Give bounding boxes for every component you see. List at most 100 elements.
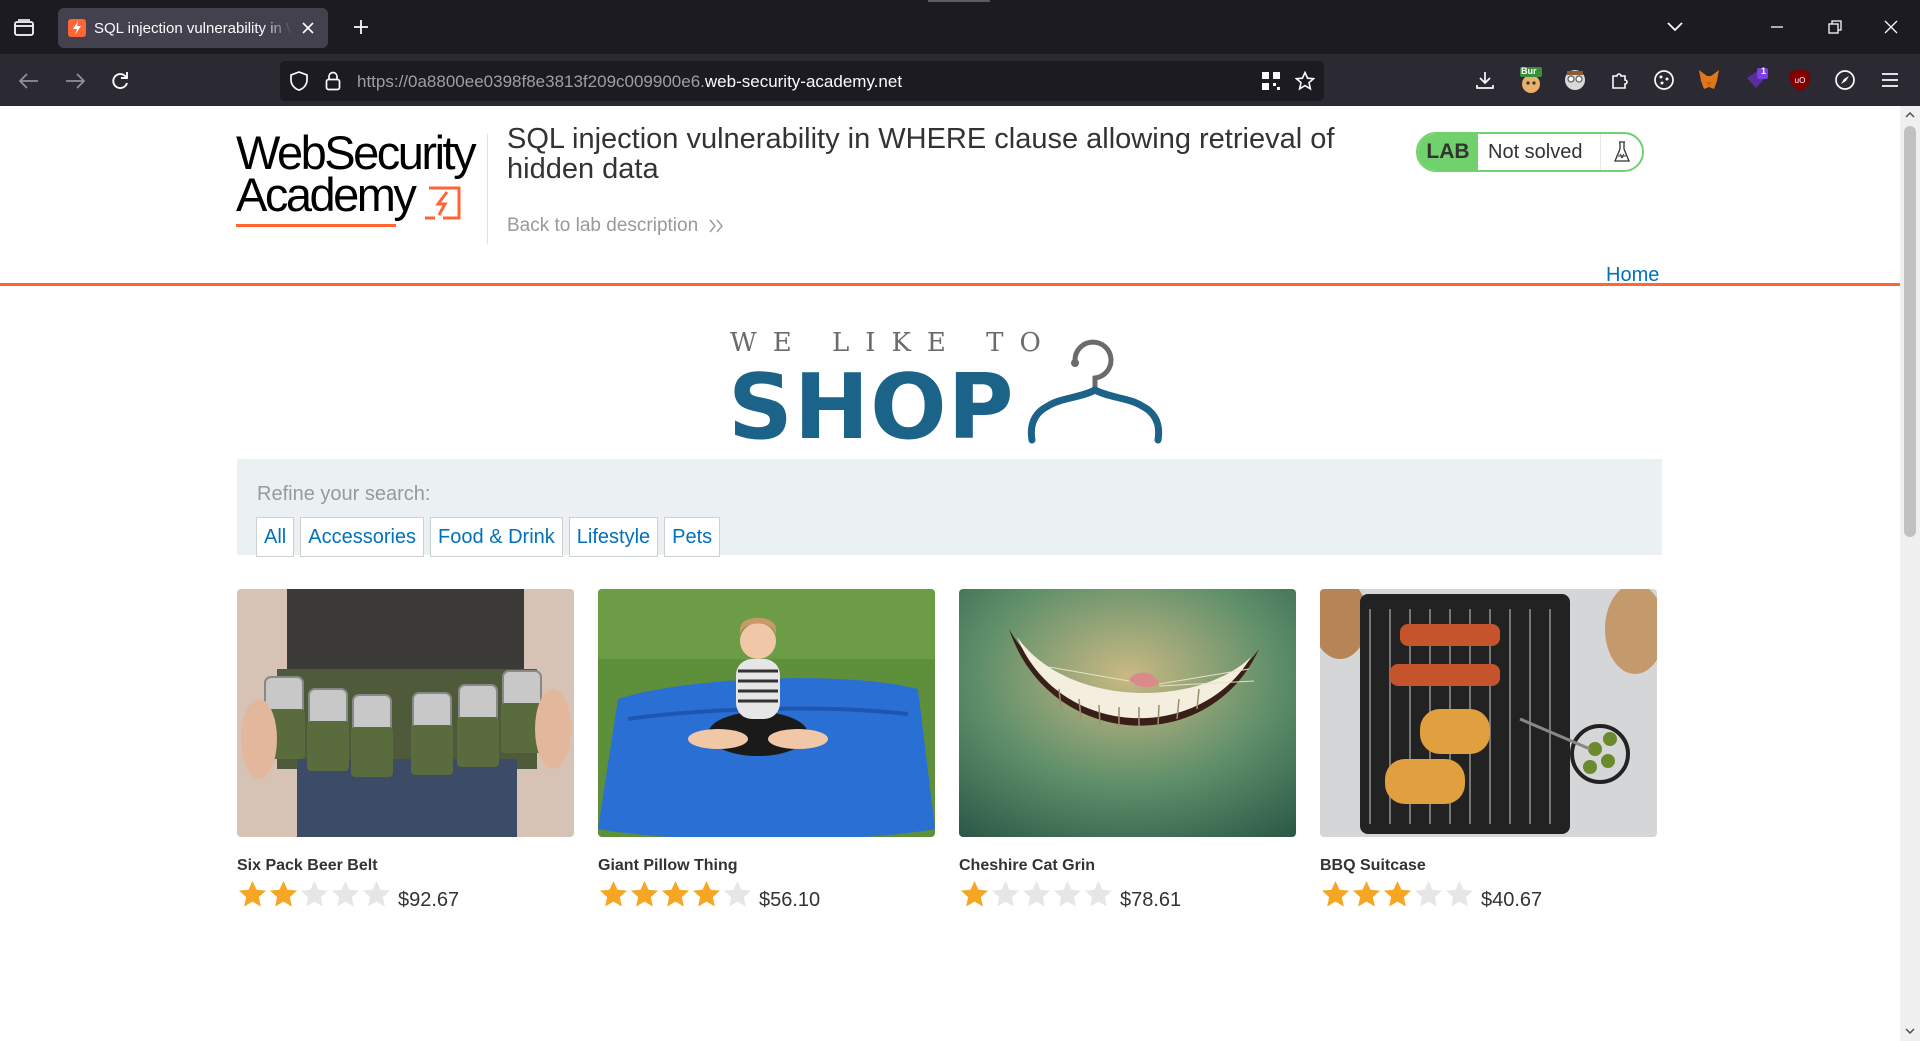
product-card[interactable]: BBQ Suitcase $40.67 bbox=[1320, 589, 1657, 915]
product-card[interactable]: Six Pack Beer Belt $92.67 bbox=[237, 589, 574, 915]
cookie-extension-icon[interactable] bbox=[1650, 66, 1678, 94]
star-filled-icon bbox=[630, 880, 659, 907]
product-image-bbq-suitcase[interactable] bbox=[1320, 589, 1657, 837]
filter-food-and-drink[interactable]: Food & Drink bbox=[430, 517, 563, 557]
lab-title: SQL injection vulnerability in WHERE cla… bbox=[507, 123, 1335, 185]
web-security-academy-logo[interactable]: WebSecurity Academy bbox=[236, 129, 486, 232]
star-empty-icon bbox=[1445, 880, 1474, 907]
filter-lifestyle[interactable]: Lifestyle bbox=[568, 517, 659, 557]
bookmark-star-icon[interactable] bbox=[1294, 70, 1316, 92]
product-grid: Six Pack Beer Belt $92.67 Giant Pillow T… bbox=[237, 589, 1662, 1041]
url-text: https://0a8800ee0398f8e3813f209c009900e6… bbox=[357, 72, 902, 92]
url-prefix: https://0a8800ee0398f8e3813f209c009900e6… bbox=[357, 72, 705, 91]
product-name[interactable]: Six Pack Beer Belt bbox=[237, 857, 574, 875]
product-card[interactable]: Giant Pillow Thing $56.10 bbox=[598, 589, 935, 915]
url-host: web-security-academy.net bbox=[704, 72, 903, 91]
tab-close-icon[interactable] bbox=[298, 18, 318, 38]
product-image-giant-pillow[interactable] bbox=[598, 589, 935, 837]
purple-extension-icon[interactable]: 1 bbox=[1742, 66, 1770, 94]
star-filled-icon bbox=[1383, 880, 1412, 907]
svg-text:uO: uO bbox=[1795, 76, 1806, 85]
burp-extension-icon[interactable]: Bur bbox=[1517, 66, 1545, 94]
filter-accessories[interactable]: Accessories bbox=[300, 517, 425, 557]
metamask-fox-icon[interactable] bbox=[1695, 66, 1723, 94]
double-chevron-right-icon bbox=[709, 219, 724, 233]
new-tab-icon[interactable] bbox=[348, 14, 374, 40]
spy-face-extension-icon[interactable] bbox=[1561, 66, 1589, 94]
star-filled-icon bbox=[238, 880, 267, 907]
minimize-icon[interactable] bbox=[1762, 12, 1792, 42]
clothes-hanger-icon bbox=[1027, 339, 1163, 444]
filter-pets[interactable]: Pets bbox=[664, 517, 721, 557]
browser-tab-bar: SQL injection vulnerability in WHERE cla… bbox=[0, 0, 1920, 54]
rating-stars bbox=[1320, 879, 1475, 915]
lab-status-widget: LAB Not solved bbox=[1416, 132, 1644, 172]
compass-extension-icon[interactable] bbox=[1831, 66, 1859, 94]
scroll-up-arrow-icon[interactable] bbox=[1903, 108, 1917, 122]
product-name[interactable]: Giant Pillow Thing bbox=[598, 857, 935, 875]
browser-tab-active[interactable]: SQL injection vulnerability in WHERE cla… bbox=[58, 8, 328, 48]
qr-code-icon[interactable] bbox=[1260, 70, 1282, 92]
hamburger-menu-icon[interactable] bbox=[1876, 66, 1904, 94]
star-empty-icon bbox=[300, 880, 329, 907]
close-window-icon[interactable] bbox=[1876, 12, 1906, 42]
refine-search-label: Refine your search: bbox=[257, 483, 431, 505]
star-filled-icon bbox=[692, 880, 721, 907]
scrollbar-thumb[interactable] bbox=[1904, 126, 1916, 537]
star-empty-icon bbox=[362, 880, 391, 907]
home-link[interactable]: Home bbox=[1606, 264, 1659, 287]
scroll-down-arrow-icon[interactable] bbox=[1903, 1024, 1917, 1038]
forward-arrow-icon[interactable] bbox=[60, 66, 90, 96]
we-like-to-shop-logo: WE LIKE TO SHOP bbox=[728, 328, 1168, 458]
star-empty-icon bbox=[991, 880, 1020, 907]
star-filled-icon bbox=[269, 880, 298, 907]
page-scrollbar[interactable] bbox=[1900, 106, 1920, 1041]
back-link-label: Back to lab description bbox=[507, 215, 699, 236]
logo-lightning-mark-icon bbox=[425, 186, 461, 220]
lock-icon[interactable] bbox=[322, 70, 344, 92]
shop-logo-tagline: WE LIKE TO bbox=[730, 328, 1057, 358]
star-empty-icon bbox=[1053, 880, 1082, 907]
refine-search-panel: Refine your search: All Accessories Food… bbox=[237, 459, 1662, 557]
star-filled-icon bbox=[1352, 880, 1381, 907]
category-filter-list: All Accessories Food & Drink Lifestyle P… bbox=[256, 517, 721, 557]
product-price: $92.67 bbox=[398, 888, 460, 911]
ublock-origin-icon[interactable]: uO bbox=[1786, 66, 1814, 94]
product-rating: $56.10 bbox=[598, 879, 935, 915]
product-image-beer-belt[interactable] bbox=[237, 589, 574, 837]
product-price: $78.61 bbox=[1120, 888, 1182, 911]
star-empty-icon bbox=[1022, 880, 1051, 907]
downloads-icon[interactable] bbox=[1471, 66, 1499, 94]
window-drag-indicator bbox=[928, 0, 990, 2]
browser-nav-bar: https://0a8800ee0398f8e3813f209c009900e6… bbox=[0, 54, 1920, 106]
rating-stars bbox=[237, 879, 392, 915]
page-viewport: WebSecurity Academy SQL injection vulner… bbox=[0, 106, 1900, 1041]
tab-overflow-chevron-down-icon[interactable] bbox=[1660, 12, 1690, 42]
restore-icon[interactable] bbox=[1820, 12, 1850, 42]
tracking-shield-icon[interactable] bbox=[288, 70, 310, 92]
product-name[interactable]: BBQ Suitcase bbox=[1320, 857, 1657, 875]
product-rating: $40.67 bbox=[1320, 879, 1657, 915]
product-card[interactable]: Cheshire Cat Grin $78.61 bbox=[959, 589, 1296, 915]
purple-extension-badge: 1 bbox=[1761, 66, 1767, 76]
extensions-puzzle-icon[interactable] bbox=[1606, 66, 1634, 94]
product-image-cheshire-grin[interactable] bbox=[959, 589, 1296, 837]
star-empty-icon bbox=[331, 880, 360, 907]
star-filled-icon bbox=[599, 880, 628, 907]
product-price: $56.10 bbox=[759, 888, 821, 911]
back-to-lab-description-link[interactable]: Back to lab description bbox=[507, 215, 724, 237]
lab-status-text: Not solved bbox=[1488, 140, 1583, 163]
portswigger-favicon-icon bbox=[68, 19, 86, 37]
star-filled-icon bbox=[661, 880, 690, 907]
back-arrow-icon[interactable] bbox=[14, 66, 44, 96]
star-filled-icon bbox=[1321, 880, 1350, 907]
reload-icon[interactable] bbox=[105, 66, 135, 96]
rating-stars bbox=[959, 879, 1114, 915]
tab-list-icon[interactable] bbox=[10, 14, 38, 42]
product-rating: $78.61 bbox=[959, 879, 1296, 915]
filter-all[interactable]: All bbox=[256, 517, 295, 557]
star-empty-icon bbox=[723, 880, 752, 907]
star-empty-icon bbox=[1084, 880, 1113, 907]
address-bar[interactable]: https://0a8800ee0398f8e3813f209c009900e6… bbox=[280, 61, 1324, 101]
product-name[interactable]: Cheshire Cat Grin bbox=[959, 857, 1296, 875]
